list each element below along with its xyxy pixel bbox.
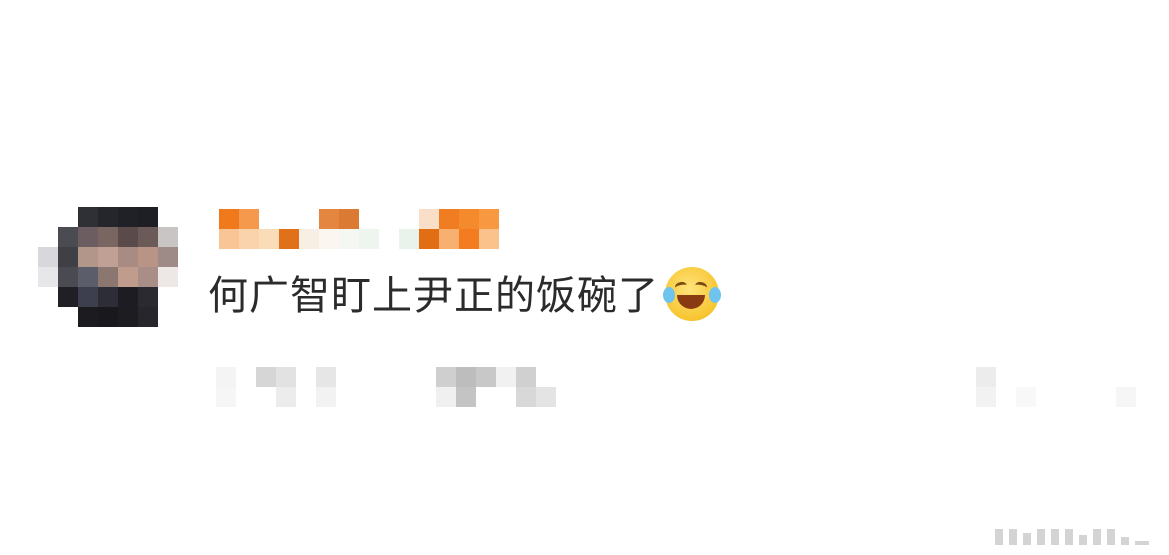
comment-meta-row xyxy=(216,367,1146,411)
laughing-crying-emoji-icon xyxy=(663,267,721,321)
comment-text: 何广智盯上尹正的饭碗了 xyxy=(208,267,721,322)
watermark xyxy=(995,527,1155,545)
avatar[interactable] xyxy=(36,207,180,331)
comment-item: 何广智盯上尹正的饭碗了 xyxy=(36,205,1136,425)
comment-body: 何广智盯上尹正的饭碗了 xyxy=(208,273,659,319)
username[interactable] xyxy=(219,207,509,251)
